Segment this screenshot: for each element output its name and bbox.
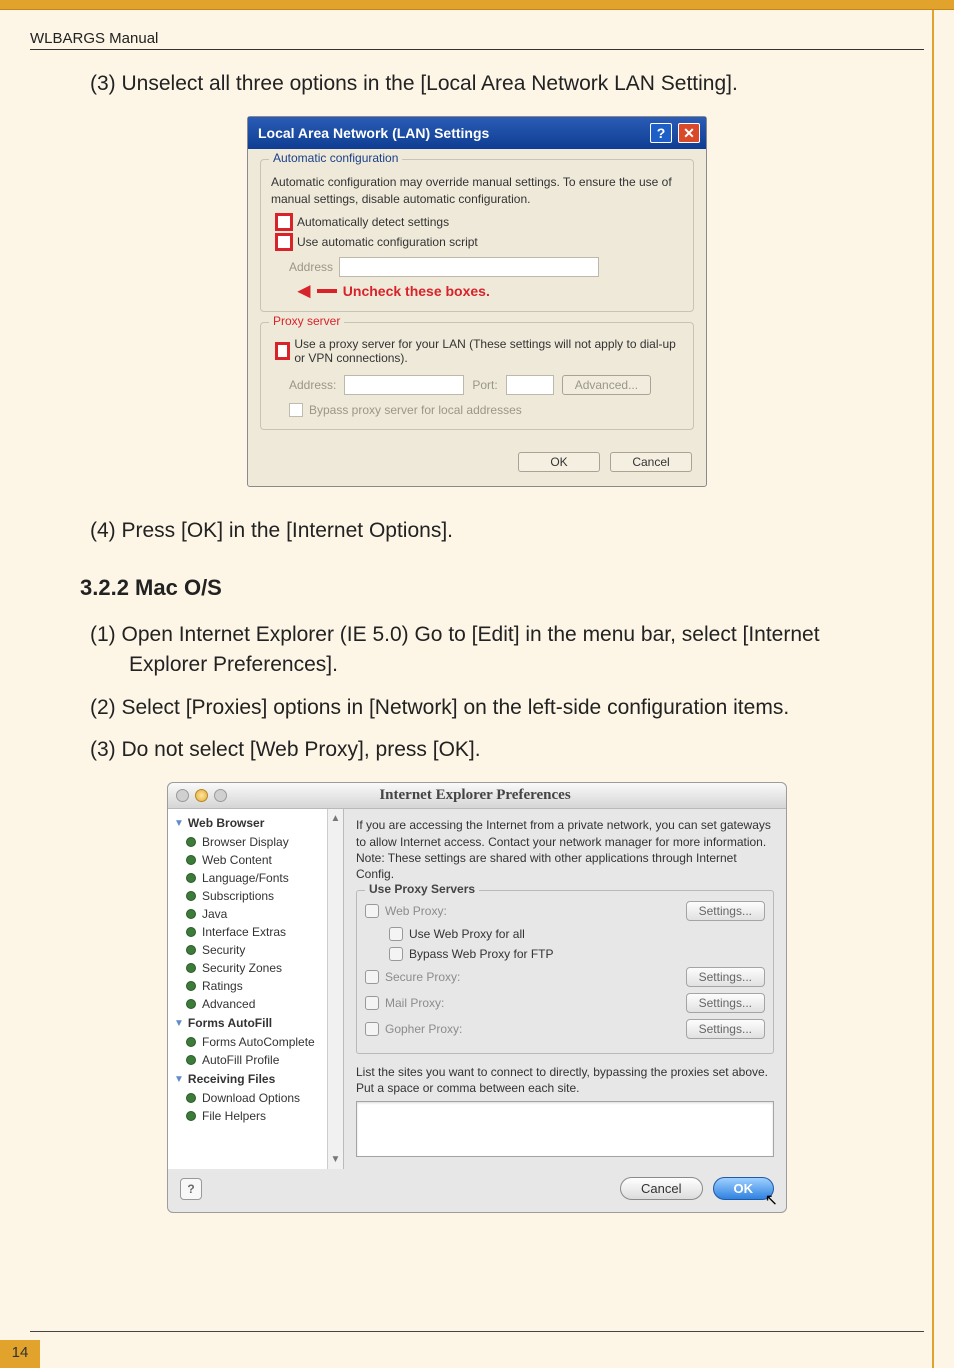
use-all-label: Use Web Proxy for all — [409, 927, 525, 941]
use-proxy-servers-legend: Use Proxy Servers — [365, 882, 479, 896]
automatic-config-legend: Automatic configuration — [269, 151, 402, 165]
sidebar-item[interactable]: Language/Fonts — [168, 869, 343, 887]
gopher-proxy-checkbox[interactable] — [365, 1022, 379, 1036]
auto-detect-checkbox[interactable] — [277, 215, 291, 229]
dialog-title: Local Area Network (LAN) Settings — [258, 125, 644, 141]
automatic-config-group: Automatic configuration Automatic config… — [260, 159, 694, 311]
gopher-settings-button[interactable]: Settings... — [686, 1019, 765, 1039]
page-header: WLBARGS Manual — [30, 30, 924, 50]
bypass-local-checkbox[interactable] — [289, 403, 303, 417]
mac-cancel-button[interactable]: Cancel — [620, 1177, 702, 1200]
auto-script-checkbox[interactable] — [277, 235, 291, 249]
sidebar-cat-web-browser: Web Browser — [188, 816, 264, 830]
mac-preferences-dialog: Internet Explorer Preferences ▼ Web Brows… — [167, 782, 787, 1213]
sidebar-item[interactable]: Advanced — [168, 995, 343, 1013]
gopher-proxy-label: Gopher Proxy: — [385, 1022, 462, 1036]
proxy-server-legend: Proxy server — [269, 314, 344, 328]
proxy-address-label: Address: — [289, 378, 336, 392]
sidebar-cat-receiving: Receiving Files — [188, 1072, 275, 1086]
ok-button[interactable]: OK — [518, 452, 600, 472]
use-proxy-label: Use a proxy server for your LAN (These s… — [294, 337, 683, 365]
secure-proxy-label: Secure Proxy: — [385, 970, 460, 984]
sidebar-item[interactable]: Ratings — [168, 977, 343, 995]
advanced-button[interactable]: Advanced... — [562, 375, 651, 395]
traffic-close-icon[interactable] — [176, 789, 189, 802]
use-proxy-servers-group: Use Proxy Servers Web Proxy: Settings...… — [356, 890, 774, 1054]
traffic-zoom-icon[interactable] — [214, 789, 227, 802]
mac-step-1a: (1) Open Internet Explorer (IE 5.0) Go t… — [90, 621, 874, 649]
use-proxy-checkbox[interactable] — [277, 344, 288, 358]
section-heading: 3.2.2 Mac O/S — [80, 575, 874, 601]
cursor-icon: ↖ — [765, 1190, 778, 1210]
use-all-checkbox[interactable] — [389, 927, 403, 941]
sidebar-item[interactable]: Download Options — [168, 1089, 343, 1107]
sidebar[interactable]: ▼ Web Browser Browser Display Web Content… — [168, 809, 344, 1169]
instruction-4: (4) Press [OK] in the [Internet Options]… — [90, 517, 874, 545]
sidebar-item[interactable]: Security — [168, 941, 343, 959]
sidebar-scrollbar[interactable]: ▲▼ — [327, 809, 343, 1169]
sidebar-item[interactable]: Browser Display — [168, 833, 343, 851]
address-label: Address — [289, 260, 333, 274]
automatic-config-desc: Automatic configuration may override man… — [271, 174, 683, 206]
bypass-ftp-checkbox[interactable] — [389, 947, 403, 961]
help-button[interactable]: ? — [650, 123, 672, 143]
close-button[interactable]: ✕ — [678, 123, 700, 143]
sidebar-item[interactable]: Security Zones — [168, 959, 343, 977]
disclosure-icon[interactable]: ▼ — [174, 1018, 184, 1029]
sidebar-item[interactable]: AutoFill Profile — [168, 1051, 343, 1069]
uncheck-hint-text: Uncheck these boxes. — [343, 283, 490, 299]
disclosure-icon[interactable]: ▼ — [174, 818, 184, 829]
secure-proxy-checkbox[interactable] — [365, 970, 379, 984]
left-arrow-icon: ◄ — [293, 285, 315, 297]
proxy-port-label: Port: — [472, 378, 497, 392]
bypass-ftp-label: Bypass Web Proxy for FTP — [409, 947, 554, 961]
mac-intro-text: If you are accessing the Internet from a… — [356, 817, 774, 882]
bypass-note: List the sites you want to connect to di… — [356, 1064, 774, 1096]
mac-step-2: (2) Select [Proxies] options in [Network… — [90, 694, 874, 722]
proxy-address-input[interactable] — [344, 375, 464, 395]
sidebar-item[interactable]: Subscriptions — [168, 887, 343, 905]
sidebar-item[interactable]: Interface Extras — [168, 923, 343, 941]
uncheck-annotation: ◄ Uncheck these boxes. — [293, 283, 683, 299]
web-proxy-settings-button[interactable]: Settings... — [686, 901, 765, 921]
address-input[interactable] — [339, 257, 599, 277]
cancel-button[interactable]: Cancel — [610, 452, 692, 472]
traffic-minimize-icon[interactable] — [195, 789, 208, 802]
mail-proxy-label: Mail Proxy: — [385, 996, 444, 1010]
sidebar-item[interactable]: Web Content — [168, 851, 343, 869]
page-number: 14 — [0, 1340, 40, 1368]
lan-settings-dialog: Local Area Network (LAN) Settings ? ✕ Au… — [247, 116, 707, 486]
disclosure-icon[interactable]: ▼ — [174, 1074, 184, 1085]
scroll-up-icon[interactable]: ▲ — [331, 813, 341, 824]
mail-settings-button[interactable]: Settings... — [686, 993, 765, 1013]
mail-proxy-checkbox[interactable] — [365, 996, 379, 1010]
sidebar-cat-forms: Forms AutoFill — [188, 1016, 272, 1030]
web-proxy-label: Web Proxy: — [385, 904, 447, 918]
web-proxy-checkbox[interactable] — [365, 904, 379, 918]
mac-step-3: (3) Do not select [Web Proxy], press [OK… — [90, 736, 874, 764]
instruction-3: (3) Unselect all three options in the [L… — [90, 70, 874, 98]
proxy-port-input[interactable] — [506, 375, 554, 395]
proxy-server-group: Proxy server Use a proxy server for your… — [260, 322, 694, 430]
scroll-down-icon[interactable]: ▼ — [331, 1154, 341, 1165]
sidebar-item[interactable]: Forms AutoComplete — [168, 1033, 343, 1051]
mac-help-button[interactable]: ? — [180, 1178, 202, 1200]
mac-step-1b: Explorer Preferences]. — [90, 651, 874, 679]
bypass-local-label: Bypass proxy server for local addresses — [309, 403, 522, 417]
auto-script-label: Use automatic configuration script — [297, 235, 478, 249]
sidebar-item[interactable]: File Helpers — [168, 1107, 343, 1125]
auto-detect-label: Automatically detect settings — [297, 215, 449, 229]
secure-settings-button[interactable]: Settings... — [686, 967, 765, 987]
bypass-sites-input[interactable] — [356, 1101, 774, 1157]
mac-dialog-title: Internet Explorer Preferences — [233, 787, 717, 804]
sidebar-item[interactable]: Java — [168, 905, 343, 923]
